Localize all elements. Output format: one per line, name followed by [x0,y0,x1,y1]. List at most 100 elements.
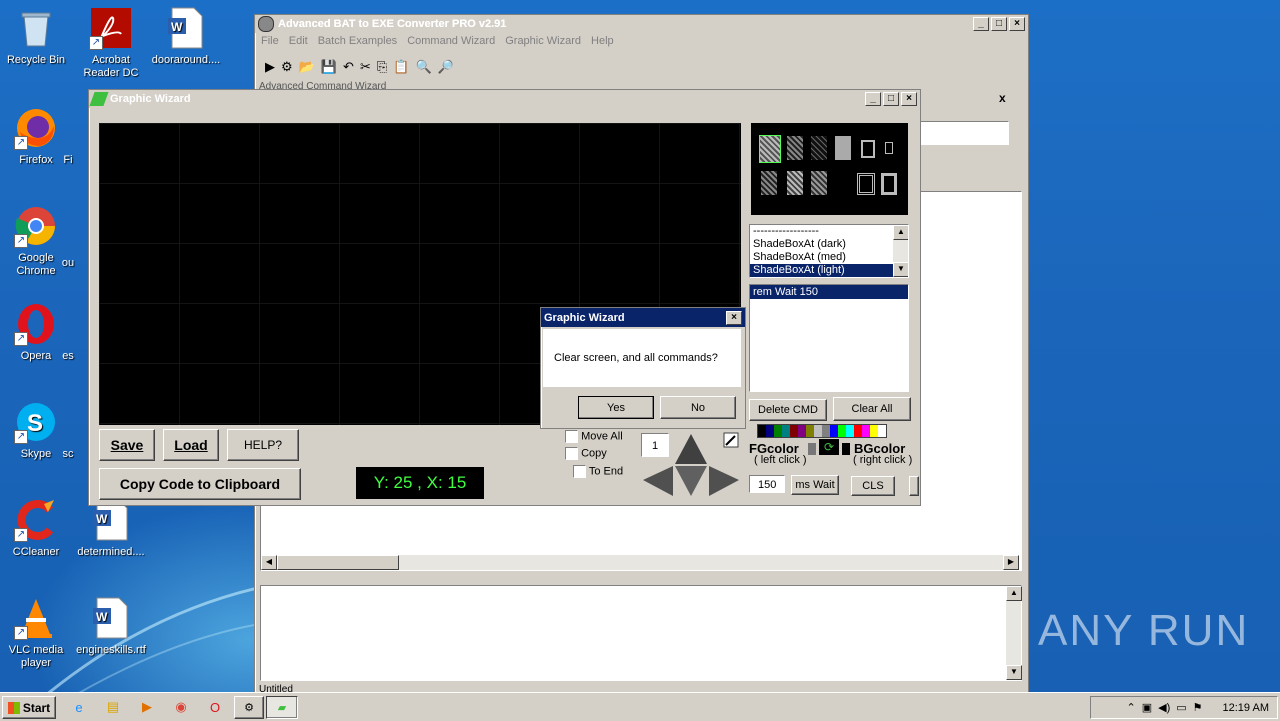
panel-close-button[interactable]: x [999,91,1006,105]
help-button[interactable]: HELP? [227,429,299,461]
desktop-icon-dooraround[interactable]: W dooraround.... [148,6,224,67]
swap-colors-icon[interactable]: ⟳ [819,439,839,455]
to-end-option[interactable]: To End [573,465,623,478]
move-all-checkbox[interactable] [565,430,578,443]
list-item-selected[interactable]: ShadeBoxAt (light) [750,264,908,277]
copy-icon[interactable]: ⎘ [377,59,387,75]
close-button[interactable]: × [1009,17,1025,31]
color-swatch[interactable] [822,425,830,437]
undo-icon[interactable]: ↶ [343,59,354,75]
editor-hscrollbar[interactable]: ◀ ▶ [261,555,1019,570]
minimize-button[interactable]: _ [973,17,989,31]
taskbar-bat-converter[interactable]: ⚙ [234,696,264,719]
color-swatch[interactable] [878,425,886,437]
minimize-button[interactable]: _ [865,92,881,106]
brush-shade-dark[interactable] [811,136,827,160]
zoom-in-icon[interactable]: 🔍 [415,59,431,75]
menu-file[interactable]: File [261,35,279,47]
color-swatch[interactable] [862,425,870,437]
maximize-button[interactable]: □ [883,92,899,106]
menu-command-wizard[interactable]: Command Wizard [407,35,495,47]
list-item[interactable]: ShadeBoxAt (dark) [750,238,908,251]
brush-shade-alt3[interactable] [811,171,827,195]
ie-icon[interactable]: e [68,697,90,717]
desktop-icon-partial[interactable]: sc [48,400,88,461]
color-swatch[interactable] [830,425,838,437]
desktop-icon-partial[interactable]: ou [48,204,88,270]
wait-input[interactable]: 150 [749,475,785,493]
desktop-icon-engineskills[interactable]: W engineskills.rtf [73,596,149,657]
output-vscrollbar[interactable]: ▲ ▼ [1006,586,1022,680]
flag-icon[interactable]: ⚑ [1193,701,1203,714]
tray-expand-icon[interactable]: ⌃ [1126,701,1135,714]
brush-box-thick[interactable] [881,173,897,195]
clear-all-button[interactable]: Clear All [833,397,911,421]
brush-shade-alt2[interactable] [787,171,803,195]
opera-taskbar-icon[interactable]: O [204,697,226,717]
copy-checkbox[interactable] [565,447,578,460]
save-button[interactable]: Save [99,429,155,461]
color-swatch[interactable] [798,425,806,437]
panel-input[interactable] [919,121,1009,145]
arrow-down-icon[interactable] [675,466,707,496]
arrow-right-icon[interactable] [709,466,739,496]
load-button[interactable]: Load [163,429,219,461]
desktop-icon-vlc[interactable]: ↗ VLC media player [0,596,74,670]
desktop-icon-ccleaner[interactable]: ↗ CCleaner [0,498,74,559]
zoom-out-icon[interactable]: 🔎 [438,59,454,75]
explorer-icon[interactable]: ▤ [102,697,124,717]
color-swatch[interactable] [854,425,862,437]
brush-shade-alt1[interactable] [761,171,777,195]
menu-edit[interactable]: Edit [289,35,308,47]
menu-help[interactable]: Help [591,35,614,47]
color-swatch[interactable] [790,425,798,437]
desktop-icon-acrobat[interactable]: ↗ Acrobat Reader DC [73,6,149,80]
color-swatch[interactable] [814,425,822,437]
chrome-taskbar-icon[interactable]: ◉ [170,697,192,717]
list-item[interactable]: ShadeBoxAt (med) [750,251,908,264]
clock[interactable]: 12:19 AM [1223,702,1269,714]
delete-cmd-button[interactable]: Delete CMD [749,399,827,421]
desktop-icon-recycle-bin[interactable]: Recycle Bin [0,6,74,67]
color-swatch[interactable] [758,425,766,437]
desktop-icon-partial[interactable]: es [48,302,88,363]
brush-box-double[interactable] [857,173,875,195]
brush-solid[interactable] [835,136,851,160]
output-area[interactable]: ▲ ▼ [260,585,1022,681]
brush-shade-light[interactable] [759,135,781,163]
compile-icon[interactable]: ⚙ [281,59,293,75]
cls-button[interactable]: CLS [851,476,895,496]
maximize-button[interactable]: □ [991,17,1007,31]
menu-batch-examples[interactable]: Batch Examples [318,35,397,47]
brush-shade-med[interactable] [787,136,803,160]
color-swatch[interactable] [870,425,878,437]
scroll-up-arrow[interactable]: ▲ [1006,586,1022,601]
scroll-thumb[interactable] [277,555,399,570]
close-button[interactable]: × [901,92,917,106]
color-swatch[interactable] [806,425,814,437]
arrow-left-icon[interactable] [643,466,673,496]
color-swatch[interactable] [766,425,774,437]
volume-icon[interactable]: ◀) [1158,701,1170,714]
color-swatch[interactable] [782,425,790,437]
brush-box-thin[interactable] [885,142,893,154]
pencil-icon[interactable] [723,432,739,448]
menu-graphic-wizard[interactable]: Graphic Wizard [505,35,581,47]
start-button[interactable]: Start [2,696,56,719]
scroll-down-arrow[interactable]: ▼ [1006,665,1022,680]
save-icon[interactable]: 💾 [321,59,337,75]
scroll-right-arrow[interactable]: ▶ [1003,555,1019,570]
scroll-left-arrow[interactable]: ◀ [261,555,277,570]
cut-icon[interactable]: ✂ [360,59,371,75]
desktop-icon-determined[interactable]: W determined.... [73,498,149,559]
display-icon[interactable]: ▭ [1176,701,1186,714]
copy-option[interactable]: Copy [565,447,607,460]
no-button[interactable]: No [660,396,736,419]
color-swatch[interactable] [838,425,846,437]
taskbar-graphic-wizard[interactable]: ▰ [266,696,298,719]
copy-code-button[interactable]: Copy Code to Clipboard [99,468,301,500]
desktop-icon-partial[interactable]: Fi [48,106,88,167]
extra-button[interactable] [909,476,919,496]
ms-wait-button[interactable]: ms Wait [791,475,839,495]
network-icon[interactable]: ▣ [1142,701,1152,714]
